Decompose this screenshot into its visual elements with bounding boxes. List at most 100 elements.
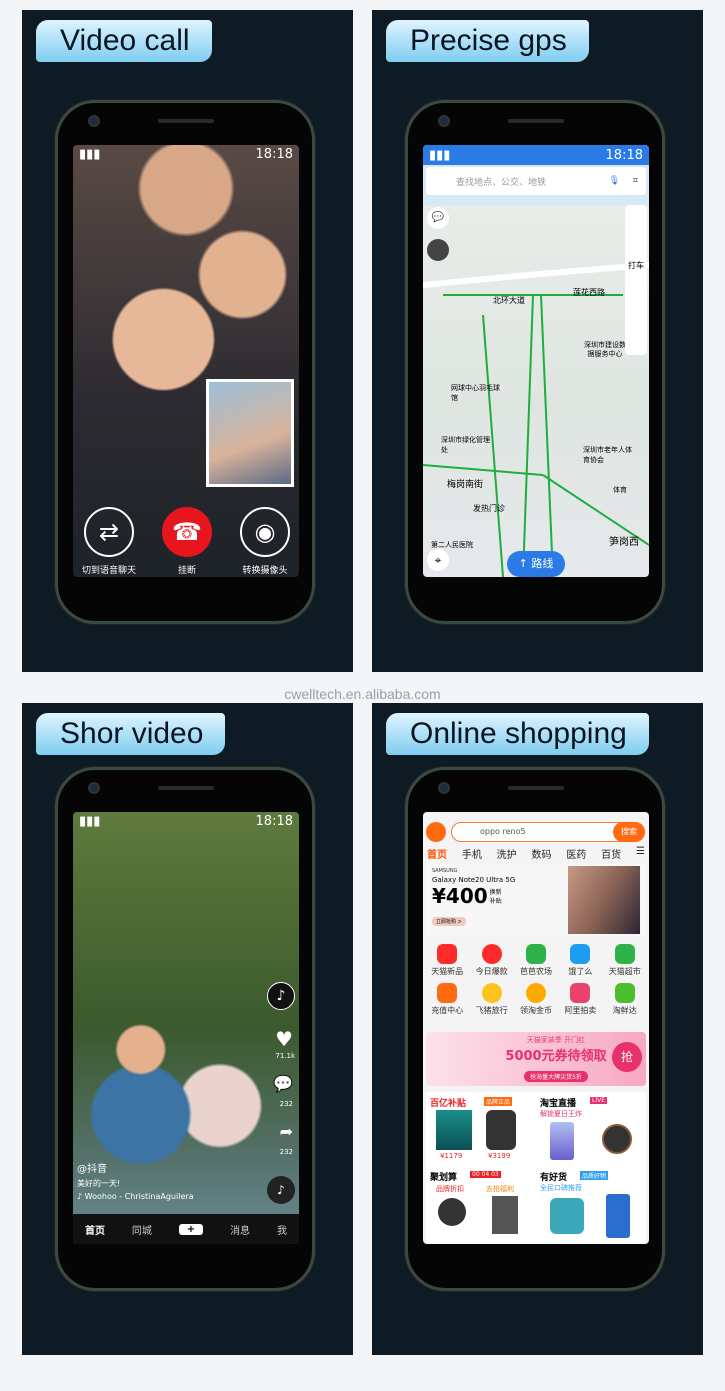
product-image[interactable]: [492, 1196, 518, 1234]
map-label: 体育: [613, 486, 627, 494]
map-label: 深圳市绿化管理处: [441, 436, 490, 454]
product-price: ¥1179: [440, 1152, 463, 1160]
panel-short-video: Shor video ▮▮▮ 18:18 ♪ ♥ 71.1k 💬 232 ➦ 23…: [22, 703, 353, 1355]
section-grid: 百亿补贴 品牌正品 ¥1179 ¥3199 淘宝直播 LIVE 解锁夏日王炸 聚…: [426, 1092, 646, 1244]
tiktok-avatar[interactable]: ♪: [267, 982, 295, 1010]
section-title[interactable]: 百亿补贴: [430, 1096, 466, 1109]
panel-gps: Precise gps ▮▮▮ 18:18 查找地点、公交、地铁 🎙 ⌗ 北环大道…: [372, 10, 703, 672]
front-camera: [88, 115, 100, 127]
shortcut-item[interactable]: 今日爆款: [469, 944, 513, 977]
nav-messages[interactable]: 消息: [230, 1222, 250, 1237]
shortcut-label: 淘鲜达: [612, 1006, 637, 1015]
map-label: 深圳市建设数据服务中心: [584, 341, 626, 358]
search-input[interactable]: oppo reno5 搜索: [451, 821, 645, 842]
map-roads[interactable]: [423, 145, 649, 577]
shortcut-label: 饿了么: [568, 967, 593, 976]
switch-voice-button[interactable]: ⇄: [84, 507, 134, 557]
auction-icon: [570, 983, 591, 1003]
comment-icon[interactable]: 💬: [273, 1074, 293, 1093]
shortcut-item[interactable]: 天猫超市: [603, 944, 647, 977]
tab-care[interactable]: 洗护: [497, 846, 517, 861]
panel-title: Shor video: [36, 713, 226, 755]
product-image[interactable]: [602, 1124, 632, 1154]
nav-home[interactable]: 首页: [85, 1222, 105, 1237]
section-badge: 品质好物: [580, 1171, 609, 1180]
nav-create[interactable]: +: [178, 1223, 204, 1235]
speaker: [508, 786, 564, 790]
product-image[interactable]: [438, 1198, 466, 1226]
message-button[interactable]: 💬: [427, 207, 449, 229]
switch-icon: ⇄: [98, 518, 120, 546]
shortcut-item[interactable]: 飞猪旅行: [469, 983, 513, 1016]
promo-grab-button[interactable]: 抢: [612, 1042, 642, 1072]
phone: ▮▮▮ 18:18 查找地点、公交、地铁 🎙 ⌗ 北环大道 莲花西路 深圳市建设数…: [405, 100, 665, 624]
map-label: 深圳市老年人体育协会: [583, 446, 632, 464]
switch-camera-button[interactable]: ◉: [240, 507, 290, 557]
nav-me[interactable]: 我: [277, 1222, 287, 1237]
product-price: ¥3199: [488, 1152, 511, 1160]
shortcut-item[interactable]: 领淘金币: [514, 983, 558, 1016]
music-disc[interactable]: ♪: [267, 1176, 295, 1204]
menu-icon[interactable]: ☰: [636, 846, 645, 861]
shortcut-item[interactable]: 芭芭农场: [514, 944, 558, 977]
shortcut-item[interactable]: 饿了么: [558, 944, 602, 977]
product-image[interactable]: [436, 1110, 472, 1150]
shortcut-item[interactable]: 充值中心: [425, 983, 469, 1016]
hang-up-button[interactable]: ☎: [162, 507, 212, 557]
product-image[interactable]: [550, 1198, 584, 1234]
section-title[interactable]: 聚划算: [430, 1170, 457, 1183]
taxi-button[interactable]: 打车: [628, 261, 644, 270]
tab-phones[interactable]: 手机: [462, 846, 482, 861]
tab-general[interactable]: 百货: [601, 846, 621, 861]
phone: oppo reno5 搜索 首页 手机 洗护 数码 医药 百货 ☰ SAMSUN…: [405, 767, 665, 1291]
speaker: [158, 119, 214, 123]
countdown: 00 04 03: [470, 1171, 501, 1178]
coin-icon: [525, 983, 546, 1003]
search-button[interactable]: 搜索: [613, 821, 645, 842]
fliggy-icon: [481, 983, 502, 1003]
section-sub: 全民口碑推荐: [540, 1184, 582, 1192]
product-image[interactable]: [550, 1122, 574, 1160]
share-icon[interactable]: ➦: [280, 1122, 293, 1141]
shortcut-label: 芭芭农场: [519, 967, 552, 976]
main-road: [423, 262, 649, 288]
author[interactable]: @抖音: [77, 1160, 107, 1175]
section-badge: 品牌正品: [484, 1097, 513, 1106]
nav-nearby[interactable]: 同城: [132, 1222, 152, 1237]
shortcut-item[interactable]: 淘鲜达: [603, 983, 647, 1016]
locate-button[interactable]: ⌖: [427, 549, 449, 571]
compass-icon[interactable]: [427, 239, 449, 261]
shortcut-label: 天猫新品: [431, 967, 464, 976]
self-preview[interactable]: [206, 379, 294, 487]
shortcut-label: 今日爆款: [475, 967, 508, 976]
promo-banner[interactable]: 天猫家装季 开门红 5000元券待领取 抢海量大牌尖货5折 抢: [426, 1032, 646, 1086]
tab-home[interactable]: 首页: [427, 846, 447, 861]
section-title[interactable]: 有好货: [540, 1170, 567, 1183]
tab-digital[interactable]: 数码: [531, 846, 551, 861]
route-button[interactable]: ↑ 路线: [507, 551, 565, 577]
eleme-icon: [570, 944, 591, 964]
section-badge: LIVE: [590, 1097, 608, 1104]
map-label: 莲花西路: [573, 288, 605, 297]
tab-medicine[interactable]: 医药: [566, 846, 586, 861]
arrow-up-icon: ↑: [518, 557, 528, 570]
status-bar: ▮▮▮ 18:18: [73, 812, 299, 830]
panel-title: Precise gps: [386, 20, 589, 62]
shortcut-item[interactable]: 天猫新品: [425, 944, 469, 977]
shortcut-item[interactable]: 阿里拍卖: [558, 983, 602, 1016]
fresh-basket-icon: [614, 983, 635, 1003]
product-image[interactable]: [606, 1194, 630, 1238]
section-sub: 去抢福利: [486, 1185, 514, 1193]
camera-icon: ◉: [254, 518, 276, 546]
hang-up-label: 挂断: [177, 566, 196, 576]
product-image[interactable]: [486, 1110, 516, 1150]
signal-icon: ▮▮▮: [79, 146, 101, 162]
section-title[interactable]: 淘宝直播: [540, 1096, 576, 1109]
section-sub: 品牌折扣: [436, 1185, 464, 1193]
banner-phone-image: [568, 866, 640, 934]
category-tabs: 首页 手机 洗护 数码 医药 百货 ☰: [423, 846, 649, 861]
banner-cta[interactable]: 立即抢购 >: [432, 917, 466, 926]
music[interactable]: ♪ Woohoo - ChristinaAguilera: [77, 1192, 194, 1201]
like-icon[interactable]: ♥: [275, 1027, 293, 1051]
banner[interactable]: SAMSUNG Galaxy Note20 Ultra 5G ¥400 换新补贴 …: [426, 864, 646, 936]
